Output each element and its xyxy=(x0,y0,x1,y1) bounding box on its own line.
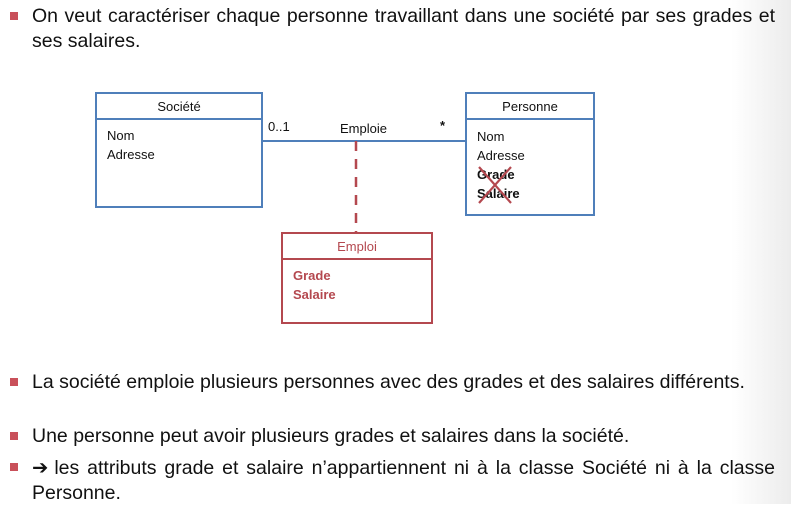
class-emploi: Emploi Grade Salaire xyxy=(281,232,433,324)
attribute-nom: Nom xyxy=(107,128,135,143)
bullet-2: Une personne peut avoir plusieurs grades… xyxy=(10,424,775,449)
multiplicity-personne: * xyxy=(440,118,446,133)
bullet-2-text: Une personne peut avoir plusieurs grades… xyxy=(32,425,630,447)
attribute-salaire: Salaire xyxy=(293,287,336,302)
bullet-3: ➔ les attributs grade et salaire n’appart… xyxy=(10,455,775,506)
attribute-adresse: Adresse xyxy=(477,148,525,163)
bullet-3-text: ➔ les attributs grade et salaire n’appart… xyxy=(32,456,775,504)
multiplicity-societe: 0..1 xyxy=(268,119,290,134)
attribute-adresse: Adresse xyxy=(107,147,155,162)
bullet-square-icon xyxy=(10,432,18,440)
bullet-1: La société emploie plusieurs personnes a… xyxy=(10,370,775,395)
cross-icon xyxy=(478,166,512,204)
bullet-square-icon xyxy=(10,378,18,386)
bullet-1-text: La société emploie plusieurs personnes a… xyxy=(32,371,745,393)
class-societe-attributes: Nom Adresse xyxy=(97,120,261,170)
attribute-nom: Nom xyxy=(477,129,505,144)
class-personne-name: Personne xyxy=(467,94,593,120)
class-societe-name: Société xyxy=(97,94,261,120)
class-personne-attributes: Nom Adresse Grade Salaire xyxy=(467,120,593,209)
slide: On veut caractériser chaque personne tra… xyxy=(0,0,791,504)
arrow-right-icon: ➔ xyxy=(32,456,49,479)
class-societe: Société Nom Adresse xyxy=(95,92,263,208)
class-emploi-attributes: Grade Salaire xyxy=(283,260,431,310)
class-personne: Personne Nom Adresse Grade Salaire xyxy=(465,92,595,216)
attribute-grade: Grade xyxy=(293,268,331,283)
association-name: Emploie xyxy=(340,121,387,136)
bullet-square-icon xyxy=(10,463,18,471)
class-emploi-name: Emploi xyxy=(283,234,431,260)
attribute-grade-struck: Grade Salaire xyxy=(477,165,520,204)
